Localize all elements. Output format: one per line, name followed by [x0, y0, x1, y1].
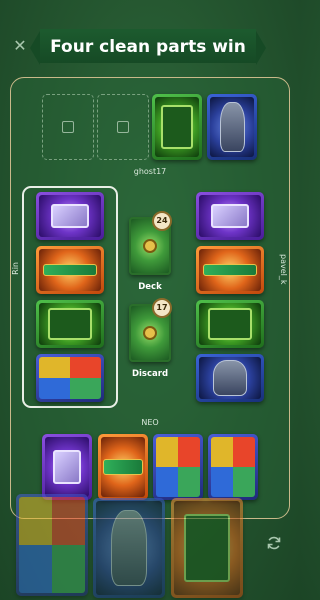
deck-count-badge: 24 — [152, 211, 172, 231]
neo-card-ram[interactable] — [98, 434, 148, 500]
cpu-slot-icon — [62, 121, 74, 133]
rin-card-cpu[interactable] — [36, 192, 104, 240]
discard-label: Discard — [131, 369, 169, 379]
opponent-card-armor[interactable] — [207, 94, 257, 160]
deck-label: Deck — [138, 282, 162, 292]
empty-slot-card — [97, 94, 149, 160]
page-title: Four clean parts win — [50, 37, 246, 57]
close-icon[interactable]: ✕ — [10, 36, 30, 56]
rin-card-motherboard[interactable] — [36, 300, 104, 348]
rin-card-ram[interactable] — [36, 246, 104, 294]
player-name-rin: Rin — [11, 262, 20, 275]
pavel-card-ram[interactable] — [196, 246, 264, 294]
player-name-pavel: pavel_k — [279, 254, 288, 285]
pavel-card-cpu[interactable] — [196, 192, 264, 240]
hand-card-armor[interactable] — [93, 498, 165, 598]
title-banner: Four clean parts win — [30, 29, 266, 65]
rin-card-virus[interactable] — [36, 354, 104, 402]
hand-card-motherboard[interactable] — [171, 498, 243, 598]
refresh-icon[interactable] — [266, 535, 282, 551]
player-name-neo: NEO — [141, 418, 159, 427]
neo-card-cpu[interactable] — [42, 434, 92, 500]
neo-card-virus-1[interactable] — [153, 434, 203, 500]
opponent-name-ghost17: ghost17 — [133, 167, 167, 176]
pavel-card-armor[interactable] — [196, 354, 264, 402]
card-slot-icon — [117, 121, 129, 133]
empty-slot-cpu — [42, 94, 94, 160]
hand-card-virus[interactable] — [16, 494, 88, 596]
pavel-card-motherboard[interactable] — [196, 300, 264, 348]
neo-card-virus-2[interactable] — [208, 434, 258, 500]
opponent-card-motherboard[interactable] — [152, 94, 202, 160]
discard-count-badge: 17 — [152, 298, 172, 318]
